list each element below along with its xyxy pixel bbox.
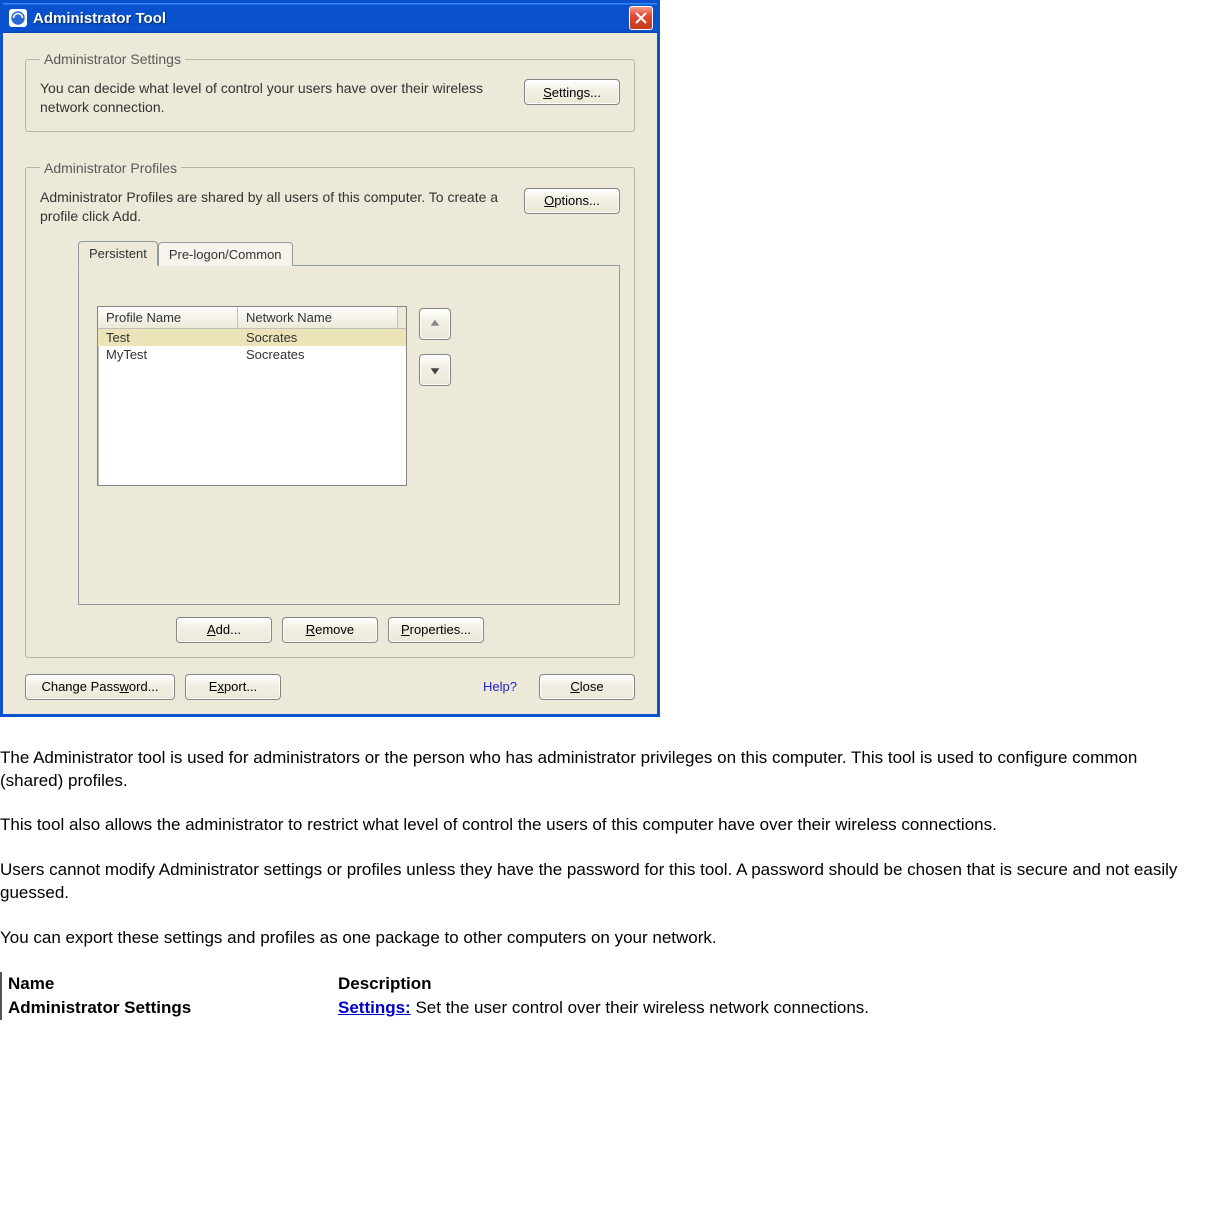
change-password-button[interactable]: Change Password...: [25, 674, 175, 700]
listview-header: Profile Name Network Name: [98, 307, 406, 329]
doc-paragraph: You can export these settings and profil…: [0, 927, 1205, 950]
window-title: Administrator Tool: [33, 10, 629, 27]
doc-paragraph: This tool also allows the administrator …: [0, 814, 1205, 837]
doc-row-desc-text: Set the user control over their wireless…: [411, 998, 869, 1017]
admin-tool-window: Administrator Tool Administrator Setting…: [0, 0, 660, 717]
column-profile-name[interactable]: Profile Name: [98, 307, 238, 328]
help-link[interactable]: Help?: [483, 679, 517, 694]
tab-panel-persistent: Profile Name Network Name TestSocratesMy…: [78, 265, 620, 605]
tabstrip: Persistent Pre-logon/Common: [78, 240, 620, 265]
profiles-listview[interactable]: Profile Name Network Name TestSocratesMy…: [97, 306, 407, 486]
doc-settings-link[interactable]: Settings:: [338, 998, 411, 1017]
admin-profiles-group: Administrator Profiles Administrator Pro…: [25, 160, 635, 658]
admin-profiles-text: Administrator Profiles are shared by all…: [40, 188, 508, 226]
admin-settings-text: You can decide what level of control you…: [40, 79, 508, 117]
doc-paragraph: The Administrator tool is used for admin…: [0, 747, 1205, 793]
cell-profile-name: Test: [98, 329, 238, 346]
doc-table-row-name: Administrator Settings: [2, 996, 332, 1020]
close-icon[interactable]: [629, 6, 653, 30]
remove-button[interactable]: Remove: [282, 617, 378, 643]
window-body: Administrator Settings You can decide wh…: [3, 33, 657, 714]
titlebar: Administrator Tool: [3, 3, 657, 33]
close-button[interactable]: Close: [539, 674, 635, 700]
admin-profiles-legend: Administrator Profiles: [40, 160, 181, 176]
app-icon: [9, 9, 27, 27]
move-down-button[interactable]: [419, 354, 451, 386]
list-item[interactable]: TestSocrates: [98, 329, 406, 346]
settings-button[interactable]: Settings...: [524, 79, 620, 105]
add-button[interactable]: Add...: [176, 617, 272, 643]
doc-table-row-desc: Settings: Set the user control over thei…: [332, 996, 1205, 1020]
tab-persistent[interactable]: Persistent: [78, 241, 158, 266]
documentation-text: The Administrator tool is used for admin…: [0, 747, 1205, 951]
doc-table-header-desc: Description: [332, 972, 1205, 996]
list-item[interactable]: MyTestSocreates: [98, 346, 406, 363]
column-network-name[interactable]: Network Name: [238, 307, 398, 328]
options-button[interactable]: Options...: [524, 188, 620, 214]
doc-paragraph: Users cannot modify Administrator settin…: [0, 859, 1205, 905]
move-up-button[interactable]: [419, 308, 451, 340]
admin-settings-legend: Administrator Settings: [40, 51, 185, 67]
admin-settings-group: Administrator Settings You can decide wh…: [25, 51, 635, 132]
cell-profile-name: MyTest: [98, 346, 238, 363]
doc-table: Name Description Administrator Settings …: [0, 972, 1205, 1020]
cell-network-name: Socrates: [238, 329, 398, 346]
export-button[interactable]: Export...: [185, 674, 281, 700]
doc-table-header-name: Name: [2, 972, 332, 996]
properties-button[interactable]: Properties...: [388, 617, 484, 643]
cell-network-name: Socreates: [238, 346, 398, 363]
tab-prelogon[interactable]: Pre-logon/Common: [158, 242, 293, 266]
listview-body: TestSocratesMyTestSocreates: [98, 329, 406, 485]
